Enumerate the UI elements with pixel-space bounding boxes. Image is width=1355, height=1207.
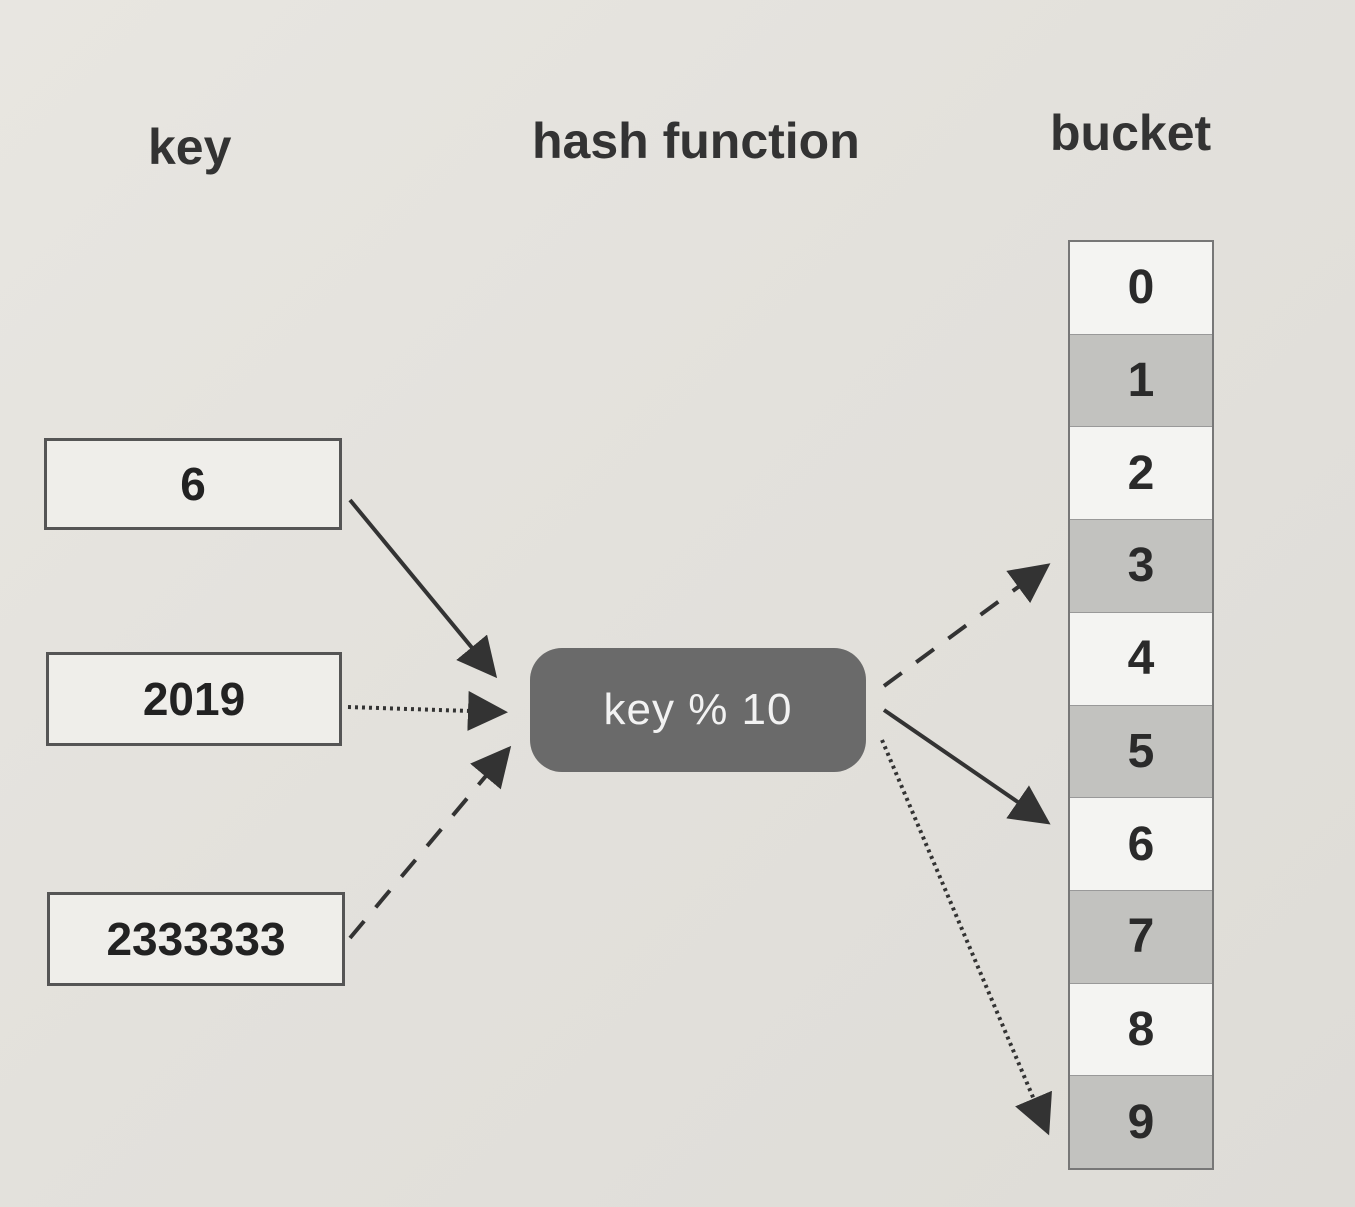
mapping-arrows bbox=[347, 498, 1052, 1136]
arrow-key-6-to-hash bbox=[348, 498, 498, 679]
arrow-hash-to-bucket-9 bbox=[880, 739, 1052, 1136]
arrow-hash-to-bucket-3 bbox=[882, 563, 1051, 688]
arrow-key-2333333-to-hash bbox=[348, 745, 512, 940]
arrow-key-2019-to-hash bbox=[347, 690, 508, 731]
arrow-hash-to-bucket-6 bbox=[882, 708, 1051, 825]
